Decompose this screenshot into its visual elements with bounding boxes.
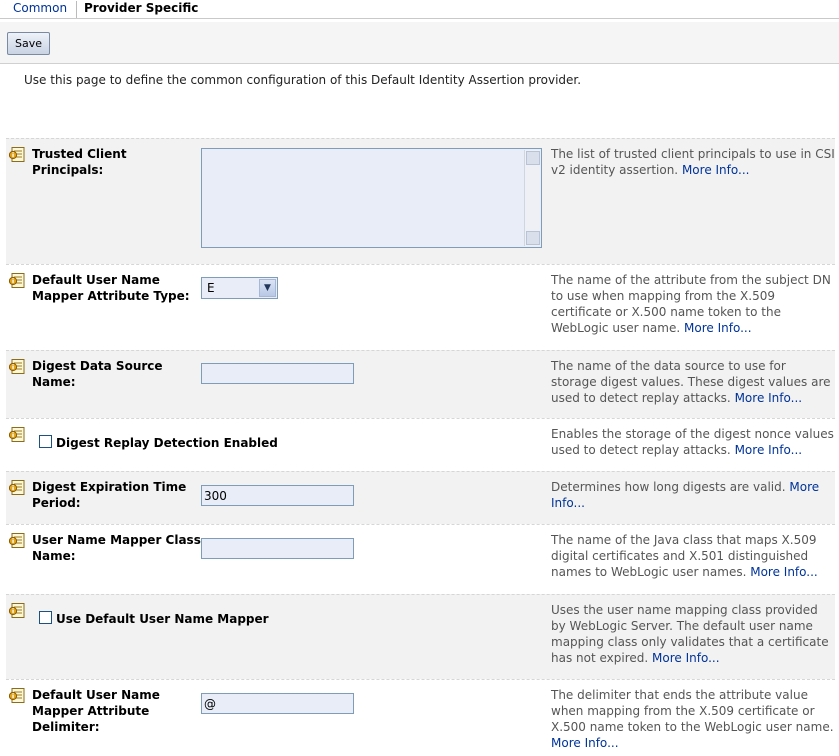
- help-text: Uses the user name mapping class provide…: [551, 602, 835, 666]
- trusted-client-principals-textarea[interactable]: [201, 148, 542, 248]
- help-description: The delimiter that ends the attribute va…: [551, 688, 834, 734]
- page-description: Use this page to define the common confi…: [24, 73, 582, 87]
- chevron-down-icon[interactable]: ▼: [259, 279, 276, 297]
- info-icon[interactable]: [9, 480, 25, 495]
- digest-expiration-time-period-input[interactable]: [201, 485, 354, 506]
- more-info-link[interactable]: More Info...: [750, 565, 818, 579]
- field-label: User Name Mapper Class Name:: [32, 533, 201, 563]
- help-text: The name of the attribute from the subje…: [551, 272, 835, 336]
- scroll-up-button[interactable]: [526, 151, 540, 165]
- use-default-user-name-mapper-checkbox[interactable]: [39, 611, 52, 624]
- more-info-link[interactable]: More Info...: [682, 163, 750, 177]
- tab-provider-specific[interactable]: Provider Specific: [76, 1, 198, 18]
- more-info-link[interactable]: More Info...: [735, 391, 803, 405]
- attribute-type-select[interactable]: E ▼: [201, 277, 278, 299]
- field-label: Trusted Client Principals:: [32, 147, 127, 177]
- row-trusted-client-principals: Trusted Client Principals: The list of t…: [6, 138, 835, 264]
- row-user-name-mapper-class-name: User Name Mapper Class Name: The name of…: [6, 524, 835, 594]
- select-value: E: [207, 281, 215, 295]
- more-info-link[interactable]: More Info...: [551, 736, 619, 750]
- attribute-delimiter-input[interactable]: [201, 693, 354, 714]
- help-text: The delimiter that ends the attribute va…: [551, 687, 835, 751]
- help-text: The name of the data source to use for s…: [551, 358, 835, 406]
- digest-replay-detection-checkbox[interactable]: [39, 435, 52, 448]
- scrollbar[interactable]: [524, 150, 540, 246]
- info-icon[interactable]: [9, 427, 25, 442]
- more-info-link[interactable]: More Info...: [735, 443, 803, 457]
- info-icon[interactable]: [9, 603, 25, 618]
- checkbox-label: Use Default User Name Mapper: [56, 612, 269, 626]
- field-label: Digest Expiration Time Period:: [32, 480, 187, 510]
- more-info-link[interactable]: More Info...: [684, 321, 752, 335]
- scroll-down-button[interactable]: [526, 231, 540, 245]
- checkbox-label: Digest Replay Detection Enabled: [56, 436, 278, 450]
- tab-bar: Common Provider Specific: [0, 0, 839, 19]
- toolbar: Save: [0, 22, 839, 64]
- row-digest-replay-detection-enabled: Digest Replay Detection Enabled Enables …: [6, 418, 835, 471]
- help-text: Enables the storage of the digest nonce …: [551, 426, 835, 458]
- user-name-mapper-class-name-input[interactable]: [201, 538, 354, 559]
- tab-common[interactable]: Common: [13, 1, 67, 15]
- row-default-user-name-mapper-attribute-delimiter: Default User Name Mapper Attribute Delim…: [6, 679, 835, 756]
- row-digest-expiration-time-period: Digest Expiration Time Period: Determine…: [6, 471, 835, 524]
- help-text: The list of trusted client principals to…: [551, 146, 835, 178]
- field-label: Default User Name Mapper Attribute Type:: [32, 273, 190, 303]
- row-use-default-user-name-mapper: Use Default User Name Mapper Uses the us…: [6, 594, 835, 679]
- field-label: Digest Data Source Name:: [32, 359, 163, 389]
- info-icon[interactable]: [9, 147, 25, 162]
- save-button[interactable]: Save: [7, 32, 50, 55]
- row-digest-data-source-name: Digest Data Source Name: The name of the…: [6, 350, 835, 418]
- help-description: Determines how long digests are valid.: [551, 480, 786, 494]
- info-icon[interactable]: [9, 533, 25, 548]
- info-icon[interactable]: [9, 688, 25, 703]
- field-label: Default User Name Mapper Attribute Delim…: [32, 688, 160, 734]
- help-text: The name of the Java class that maps X.5…: [551, 532, 835, 580]
- more-info-link[interactable]: More Info...: [652, 651, 720, 665]
- help-text: Determines how long digests are valid. M…: [551, 479, 835, 511]
- info-icon[interactable]: [9, 359, 25, 374]
- info-icon[interactable]: [9, 273, 25, 288]
- digest-data-source-name-input[interactable]: [201, 363, 354, 384]
- row-default-user-name-mapper-attribute-type: Default User Name Mapper Attribute Type:…: [6, 264, 835, 350]
